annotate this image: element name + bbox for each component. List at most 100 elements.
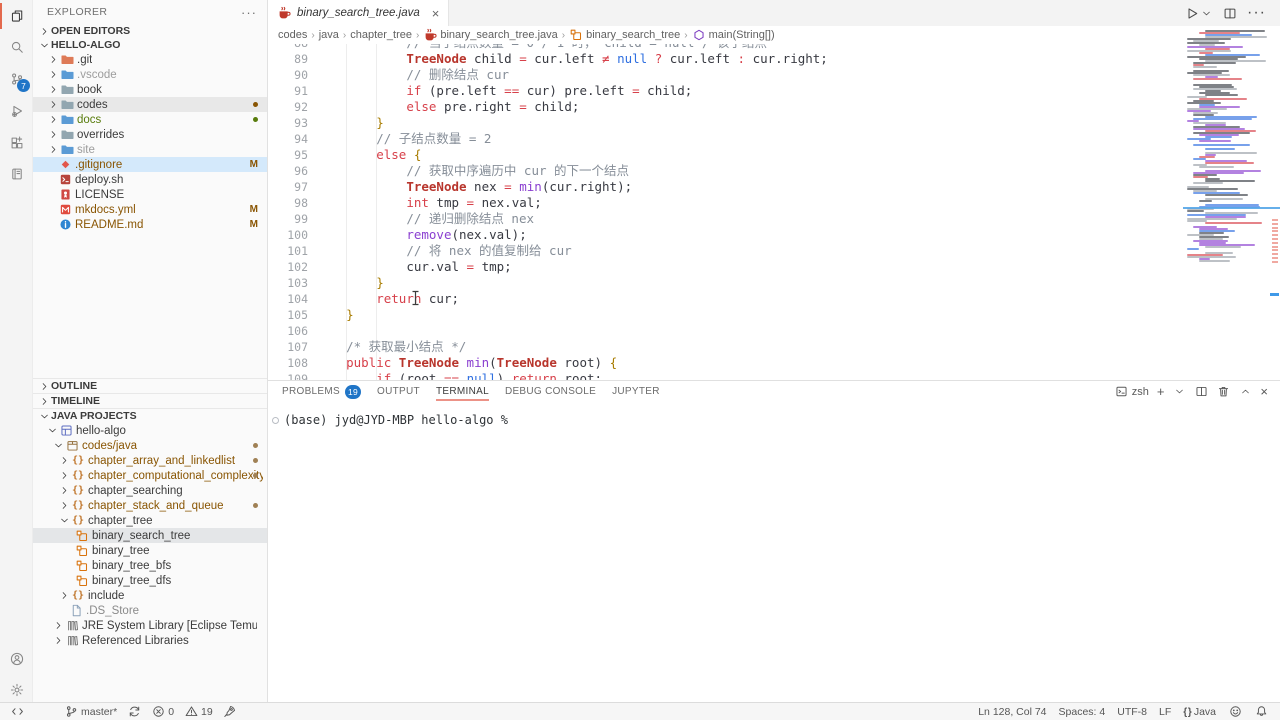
status-errors[interactable]: 0	[151, 705, 174, 719]
code-editor[interactable]: 88 // 当子结点数量 = 0 / 1 时， child = null / 该…	[268, 44, 1185, 380]
tree-item-gitignore[interactable]: .gitignoreM	[33, 157, 267, 172]
breadcrumb-item-chapter-tree[interactable]: chapter_tree	[350, 29, 412, 41]
line-number: 109	[268, 371, 308, 380]
panel-tab-output[interactable]: OUTPUT	[377, 381, 420, 402]
tree-item-readme-md[interactable]: README.mdM	[33, 217, 267, 232]
activity-notebook-button[interactable]	[0, 159, 33, 189]
tab-binary-search-tree[interactable]: binary_search_tree.java ×	[268, 0, 449, 26]
run-button[interactable]	[1185, 6, 1213, 20]
shell-selector[interactable]: zsh	[1115, 385, 1149, 399]
activity-explorer-button[interactable]	[0, 1, 33, 31]
activity-extensions-button[interactable]	[0, 128, 33, 158]
sidebar-more-actions-button[interactable]: ···	[241, 5, 257, 20]
overview-ruler[interactable]	[1270, 0, 1280, 380]
tree-item-overrides[interactable]: overrides	[33, 127, 267, 142]
java-tree-item-chapter-array-and-linkedlist[interactable]: {}chapter_array_and_linkedlist	[33, 453, 267, 468]
kill-terminal-button[interactable]	[1216, 385, 1230, 399]
line-number: 90	[268, 67, 308, 83]
open-editors-label: OPEN EDITORS	[51, 25, 130, 37]
split-editor-button[interactable]	[1223, 6, 1237, 20]
status-eol[interactable]: LF	[1159, 706, 1171, 718]
breadcrumb-label: binary_search_tree.java	[440, 29, 557, 41]
java-tree-item-hello-algo[interactable]: hello-algo	[33, 423, 267, 438]
breadcrumb: codes›java›chapter_tree›binary_search_tr…	[268, 26, 1280, 44]
java-tree-item-chapter-computational-complexity[interactable]: {}chapter_computational_complexity	[33, 468, 267, 483]
activity-run-debug-button[interactable]	[0, 96, 33, 126]
status-language-mode[interactable]: { }Java	[1183, 706, 1216, 718]
activity-settings-button[interactable]	[0, 675, 33, 705]
terminal-command-decoration-icon[interactable]	[272, 417, 279, 424]
package-icon	[65, 439, 79, 453]
activity-account-button[interactable]	[0, 644, 33, 674]
line-number: 106	[268, 323, 308, 339]
java-tree-item-chapter-searching[interactable]: {}chapter_searching	[33, 483, 267, 498]
panel-tab-jupyter[interactable]: JUPYTER	[612, 381, 660, 402]
new-terminal-button[interactable]: +	[1157, 384, 1165, 399]
java-tree-item-referenced-libraries[interactable]: Referenced Libraries	[33, 633, 267, 648]
tree-item-site[interactable]: site	[33, 142, 267, 157]
java-tree-item-binary-search-tree[interactable]: binary_search_tree	[33, 528, 267, 543]
section-outline[interactable]: OUTLINE	[33, 378, 267, 393]
breadcrumb-item-binary-search-tree-java[interactable]: binary_search_tree.java	[423, 28, 557, 42]
status-remote-indicator[interactable]	[10, 705, 24, 719]
line-number: 94	[268, 131, 308, 147]
tree-item-deploy-sh[interactable]: deploy.sh	[33, 172, 267, 187]
java-tree-item-ds-store[interactable]: .DS_Store	[33, 603, 267, 618]
status-warnings[interactable]: 19	[184, 705, 213, 719]
java-tree-item-binary-tree-dfs[interactable]: binary_tree_dfs	[33, 573, 267, 588]
status-indentation[interactable]: Spaces: 4	[1059, 706, 1106, 718]
status-encoding[interactable]: UTF-8	[1117, 706, 1147, 718]
section-java-projects[interactable]: JAVA PROJECTS	[33, 408, 267, 423]
breadcrumb-label: main(String[])	[709, 29, 775, 41]
status-bar: master* 0 19 Ln 128, Col 74 Spaces: 4 UTF-8 L…	[0, 702, 1280, 720]
folder-icon	[60, 98, 74, 112]
minimap[interactable]	[1185, 30, 1270, 370]
panel-tab-problems[interactable]: PROBLEMS19	[282, 381, 361, 402]
breadcrumb-item-java[interactable]: java	[319, 29, 339, 41]
sidebar-title: EXPLORER	[47, 6, 107, 18]
status-cursor-position[interactable]: Ln 128, Col 74	[978, 706, 1046, 718]
status-notifications[interactable]	[1254, 705, 1268, 719]
breadcrumb-item-main-string[interactable]: main(String[])	[692, 28, 775, 42]
breadcrumb-label: binary_search_tree	[586, 29, 680, 41]
editor-more-actions-button[interactable]: ···	[1247, 4, 1266, 22]
line-number: 102	[268, 259, 308, 275]
tree-item-license[interactable]: LICENSE	[33, 187, 267, 202]
status-launch[interactable]	[223, 705, 237, 719]
maximize-panel-button[interactable]	[1238, 385, 1252, 399]
status-feedback[interactable]	[1228, 705, 1242, 719]
panel-tab-terminal[interactable]: TERMINAL	[436, 381, 489, 402]
panel-tab-debug-console[interactable]: DEBUG CONSOLE	[505, 381, 596, 402]
breadcrumb-item-binary-search-tree[interactable]: binary_search_tree	[569, 28, 680, 42]
activity-source-control-button[interactable]: 7	[0, 64, 33, 94]
code-text: // 子结点数量 = 2	[308, 131, 491, 147]
section-timeline[interactable]: TIMELINE	[33, 393, 267, 408]
section-hello-algo[interactable]: HELLO-ALGO	[33, 38, 267, 52]
tree-item-mkdocs-yml[interactable]: mkdocs.ymlM	[33, 202, 267, 217]
breadcrumb-item-codes[interactable]: codes	[278, 29, 307, 41]
section-open-editors[interactable]: OPEN EDITORS	[33, 24, 267, 38]
tree-item-codes[interactable]: codes	[33, 97, 267, 112]
java-tree-item-jre-system-library-eclipse-temurin-17-17[interactable]: JRE System Library [Eclipse Temurin 17 […	[33, 618, 267, 633]
tree-item-book[interactable]: book	[33, 82, 267, 97]
close-panel-button[interactable]: ×	[1260, 384, 1268, 399]
activity-search-button[interactable]	[0, 32, 33, 62]
status-sync[interactable]	[127, 705, 141, 719]
git-status-badge: M	[250, 219, 258, 230]
tree-item-docs[interactable]: docs	[33, 112, 267, 127]
terminal-dropdown-button[interactable]	[1172, 385, 1186, 399]
java-tree-item-include[interactable]: {}include	[33, 588, 267, 603]
outline-label: OUTLINE	[51, 380, 97, 392]
java-tree-item-codes-java[interactable]: codes/java	[33, 438, 267, 453]
status-git-branch[interactable]: master*	[64, 705, 117, 719]
split-terminal-button[interactable]	[1194, 385, 1208, 399]
java-tree-item-binary-tree-bfs[interactable]: binary_tree_bfs	[33, 558, 267, 573]
java-tree-item-chapter-tree[interactable]: {}chapter_tree	[33, 513, 267, 528]
tab-close-icon[interactable]: ×	[432, 6, 440, 21]
java-tree-item-chapter-stack-and-queue[interactable]: {}chapter_stack_and_queue	[33, 498, 267, 513]
tree-item-vscode[interactable]: .vscode	[33, 67, 267, 82]
java-tree-item-label: .DS_Store	[86, 605, 139, 617]
tree-item-git[interactable]: .git	[33, 52, 267, 67]
chevron-right-icon	[57, 469, 71, 483]
java-tree-item-binary-tree[interactable]: binary_tree	[33, 543, 267, 558]
